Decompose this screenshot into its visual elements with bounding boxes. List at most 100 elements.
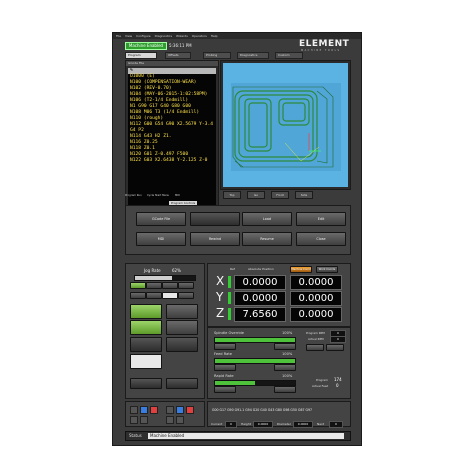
rapid-down-button[interactable] — [214, 386, 236, 393]
x-abs-dro[interactable]: 0.0000 — [234, 275, 286, 290]
actual-rpm-value: 0 — [330, 336, 346, 343]
jog-x-minus-button[interactable] — [130, 320, 162, 335]
feed-down-button[interactable] — [214, 364, 236, 371]
jog-z-plus-button[interactable] — [166, 304, 198, 319]
io-led-2 — [140, 406, 148, 414]
z-machine-dro[interactable]: 0.0000 — [290, 307, 342, 322]
spindle-up-button[interactable] — [274, 343, 296, 350]
y-abs-dro[interactable]: 0.0000 — [234, 291, 286, 306]
jog-inc-button-1[interactable] — [130, 282, 146, 289]
status-message: Machine Enabled — [148, 433, 344, 439]
app-window: File View Configure Diagnostics Wizards … — [112, 32, 362, 446]
toolpath-viewport[interactable] — [223, 63, 348, 187]
menu-configure[interactable]: Configure — [136, 33, 151, 39]
load-button[interactable]: Load — [242, 212, 292, 226]
close-button[interactable]: Close — [296, 232, 346, 246]
gcode-listing[interactable]: % O1000 (E) N100 (COMPENSATION-WEAR) N102 (… — [128, 68, 216, 214]
z-ref-indicator — [228, 308, 231, 320]
x-machine-dro[interactable]: 0.0000 — [290, 275, 342, 290]
x-axis-letter: X — [216, 274, 225, 288]
view-iso-button[interactable]: Iso — [247, 191, 265, 199]
tab-custom[interactable]: Custom — [275, 52, 303, 59]
io-led-10 — [176, 416, 184, 424]
jog-inc-button-3[interactable] — [162, 282, 178, 289]
jog-x-plus-button[interactable] — [166, 320, 198, 335]
lower-tab-mdi[interactable]: MDI — [175, 194, 180, 197]
blank-button[interactable] — [190, 212, 240, 226]
jog-rate-slider[interactable] — [134, 275, 196, 281]
toolpath-panel — [220, 60, 351, 190]
lower-tab-run[interactable]: Program Run — [125, 194, 142, 197]
feed-up-button[interactable] — [274, 364, 296, 371]
y-axis-letter: Y — [216, 290, 224, 304]
active-gcodes: G00 G17 G90 G91.1 G94 G20 G40 G43 G80 G9… — [212, 408, 313, 412]
logo: ELEMENT — [299, 39, 350, 49]
menu-operators[interactable]: Operators — [192, 33, 207, 39]
jog-inc-button-2[interactable] — [146, 282, 162, 289]
io-led-8 — [140, 416, 148, 424]
override-panel: Spindle Override 100% Program RPM 0 Actu… — [207, 327, 351, 399]
jog-mode-button-4[interactable] — [178, 292, 194, 299]
jog-y-plus-button[interactable] — [130, 304, 162, 319]
current-tool-value: 0 — [225, 421, 237, 428]
spindle-ccw-button[interactable] — [326, 344, 344, 351]
tab-program[interactable]: Program — [125, 52, 157, 59]
spindle-down-button[interactable] — [214, 343, 236, 350]
gcode-line[interactable]: N122 G03 X2.6438 Y-2.125 Z-0 — [128, 158, 216, 164]
view-side-button[interactable]: Side — [295, 191, 313, 199]
jog-mode-button-3[interactable] — [162, 292, 178, 299]
menu-help[interactable]: Help — [211, 33, 218, 39]
work-coords-button[interactable]: Work Coords — [316, 266, 338, 273]
view-front-button[interactable]: Front — [271, 191, 289, 199]
jog-z-minus-button[interactable] — [166, 337, 198, 352]
current-tool-label: Current — [211, 422, 223, 426]
jog-stop-button[interactable] — [166, 378, 198, 389]
tab-offsets[interactable]: Offsets — [165, 52, 191, 59]
height-label: Height — [241, 422, 251, 426]
spindle-override-pct: 100% — [282, 331, 293, 335]
program-controls-panel: GCode File Load Edit MDI Rewind Resume C… — [125, 205, 351, 255]
machine-coord-button[interactable]: Machine Coord — [290, 266, 312, 273]
view-top-button[interactable]: Top — [223, 191, 241, 199]
gcode-file-button[interactable]: GCode File — [136, 212, 186, 226]
rewind-button[interactable]: Rewind — [190, 232, 240, 246]
z-abs-dro[interactable]: 7.6560 — [234, 307, 286, 322]
rapid-up-button[interactable] — [274, 386, 296, 393]
spindle-cw-button[interactable] — [306, 344, 324, 351]
tab-diagnostics[interactable]: Diagnostics — [237, 52, 269, 59]
machine-enabled-badge[interactable]: Machine Enabled — [125, 42, 167, 50]
status-bar: Status Machine Enabled — [125, 431, 351, 441]
y-machine-dro[interactable]: 0.0000 — [290, 291, 342, 306]
jog-pad-button[interactable] — [130, 354, 162, 369]
menu-diagnostics[interactable]: Diagnostics — [155, 33, 172, 39]
menu-wizards[interactable]: Wizards — [176, 33, 188, 39]
io-led-5 — [176, 406, 184, 414]
actual-feed-label: Actual Feed — [312, 384, 329, 388]
dro-panel: Ref Absolute Position Machine Coord Work… — [207, 263, 351, 327]
mdi-button[interactable]: MDI — [136, 232, 186, 246]
jog-mode-button-2[interactable] — [146, 292, 162, 299]
resume-button[interactable]: Resume — [242, 232, 292, 246]
io-led-1 — [130, 406, 138, 414]
menu-view[interactable]: View — [125, 33, 132, 39]
io-led-4 — [166, 406, 174, 414]
toolpath-graphic — [231, 83, 341, 171]
jog-cycle-button[interactable] — [130, 378, 162, 389]
jog-panel: Jog Rate 62% — [125, 263, 205, 399]
ref-label: Ref — [230, 267, 235, 271]
jog-inc-button-4[interactable] — [178, 282, 194, 289]
height-value: 0.0000 — [253, 421, 273, 428]
program-feed-value: 174 — [334, 377, 342, 382]
spindle-override-label: Spindle Override — [214, 331, 245, 335]
absolute-position-label: Absolute Position — [248, 267, 274, 271]
lower-tab-cycle[interactable]: Cycle Start Menu — [147, 194, 169, 197]
next-tool-value: 0 — [329, 421, 343, 428]
tab-probing[interactable]: Probing — [203, 52, 231, 59]
logo-subtitle: MACHINE TOOLS — [301, 49, 341, 52]
jog-mode-button-1[interactable] — [130, 292, 146, 299]
rapid-rate-label: Rapid Rate — [214, 374, 234, 378]
jog-y-minus-button[interactable] — [130, 337, 162, 352]
edit-button[interactable]: Edit — [296, 212, 346, 226]
menu-file[interactable]: File — [116, 33, 121, 39]
y-ref-indicator — [228, 292, 231, 304]
